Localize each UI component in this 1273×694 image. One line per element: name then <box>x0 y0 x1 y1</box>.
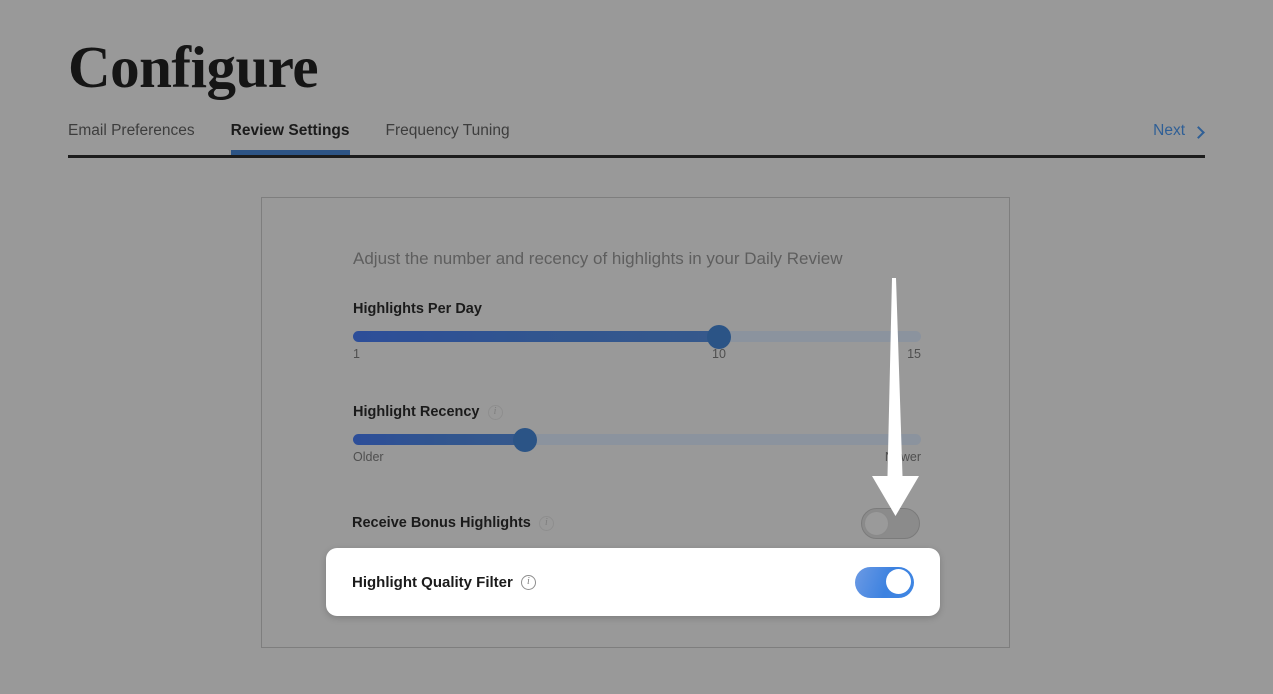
header-divider <box>68 155 1205 158</box>
slider-fill <box>353 331 719 342</box>
tab-frequency-tuning[interactable]: Frequency Tuning <box>386 118 510 140</box>
slider-scale: Older Newer <box>353 450 921 466</box>
setting-label: Highlight Recency i <box>353 404 921 420</box>
tab-label: Email Preferences <box>68 122 195 139</box>
tab-list: Email Preferences Review Settings Freque… <box>68 118 546 157</box>
page-title: Configure <box>68 34 319 100</box>
slider-fill <box>353 434 526 445</box>
tab-label: Frequency Tuning <box>385 122 510 139</box>
slider-thumb[interactable] <box>513 427 538 452</box>
tab-label: Review Settings <box>230 122 350 139</box>
info-icon[interactable]: i <box>520 574 536 590</box>
setting-highlight-recency: Highlight Recency i Older Newer <box>353 404 921 466</box>
next-button[interactable]: Next <box>1153 122 1205 140</box>
setting-label: Receive Bonus Highlights i <box>352 515 554 531</box>
setting-receive-bonus-highlights: Receive Bonus Highlights i <box>352 507 920 539</box>
scale-max-label: Newer <box>884 450 921 464</box>
receive-bonus-highlights-toggle[interactable] <box>861 507 920 539</box>
info-icon[interactable]: i <box>538 515 554 531</box>
slider-scale: 1 10 15 <box>353 347 921 363</box>
scale-max-label: 15 <box>907 347 921 361</box>
card-description: Adjust the number and recency of highlig… <box>353 249 843 268</box>
tab-bar: Email Preferences Review Settings Freque… <box>68 118 1205 157</box>
highlights-per-day-label: Highlights Per Day <box>353 301 482 317</box>
next-button-label: Next <box>1153 122 1185 139</box>
highlight-recency-slider[interactable] <box>353 427 921 452</box>
highlight-quality-filter-label: Highlight Quality Filter <box>352 573 513 591</box>
setting-label: Highlight Quality Filter i <box>352 574 536 591</box>
info-icon[interactable]: i <box>487 404 503 420</box>
setting-highlights-per-day: Highlights Per Day 1 10 15 <box>353 301 921 363</box>
scale-min-label: 1 <box>353 347 360 361</box>
receive-bonus-highlights-label: Receive Bonus Highlights <box>352 515 531 531</box>
tab-email-preferences[interactable]: Email Preferences <box>68 118 195 140</box>
scale-min-label: Older <box>353 450 384 464</box>
toggle-knob <box>864 510 889 536</box>
highlight-recency-label: Highlight Recency <box>353 404 480 420</box>
chevron-right-icon <box>1192 125 1205 139</box>
scale-mid-label: 10 <box>712 347 726 361</box>
slider-thumb[interactable] <box>706 324 731 349</box>
highlights-per-day-slider[interactable] <box>353 324 921 349</box>
toggle-knob <box>886 568 911 594</box>
setting-highlight-quality-filter: Highlight Quality Filter i <box>326 548 940 616</box>
tab-review-settings[interactable]: Review Settings <box>230 118 350 157</box>
highlight-quality-filter-toggle[interactable] <box>855 566 914 598</box>
setting-label: Highlights Per Day <box>353 301 921 317</box>
